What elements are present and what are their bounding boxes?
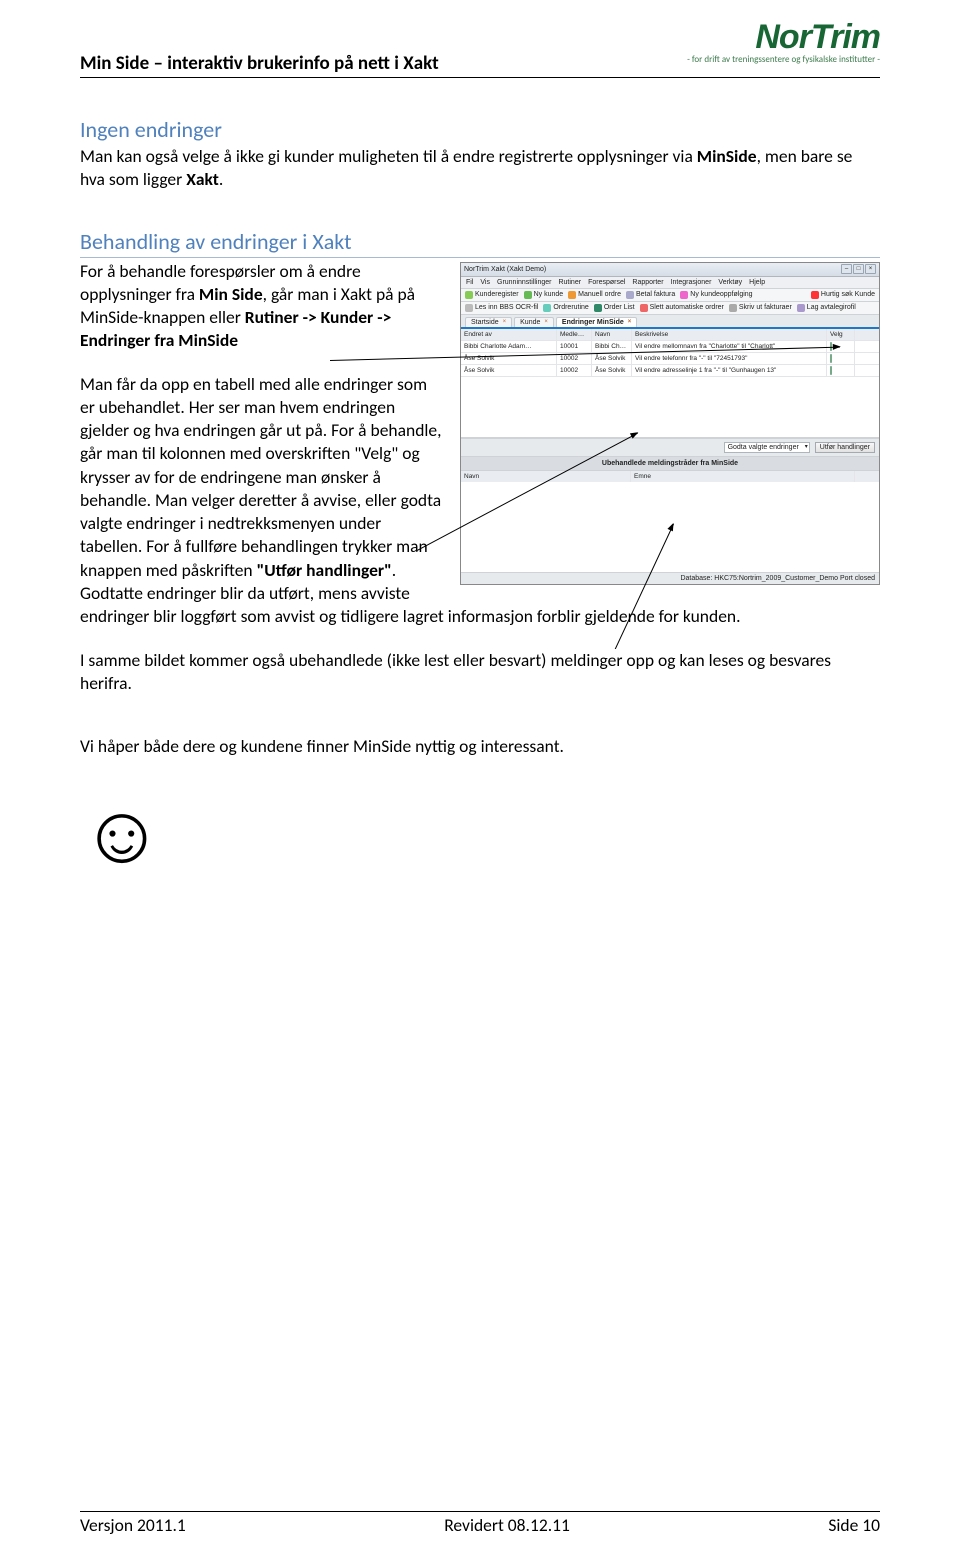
toolbar-button[interactable]: Skriv ut fakturaer (729, 304, 792, 312)
footer-revised: Revidert 08.12.11 (444, 1514, 570, 1536)
toolbar-button[interactable]: Hurtig søk Kunde (811, 291, 875, 299)
search-icon (811, 291, 819, 299)
col-velg[interactable]: Velg (827, 329, 855, 340)
smiley-icon: ☺ (80, 788, 880, 882)
changes-table: Endret av Medlemsnr Navn Beskrivelse Vel… (461, 329, 879, 438)
messages-table-head: Navn Emne (461, 471, 879, 482)
order-icon (568, 291, 576, 299)
delete-icon (640, 304, 648, 312)
menu-item[interactable]: Grunninnstillinger (497, 279, 551, 286)
toolbar-2: Les inn BBS OCR-fil Ordrerutine Order Li… (461, 302, 879, 315)
toolbar-button[interactable]: Ordrerutine (543, 304, 588, 312)
toolbar-button[interactable]: Kunderegister (465, 291, 519, 299)
new-user-icon (524, 291, 532, 299)
pay-icon (626, 291, 634, 299)
window-titlebar: NorTrim Xakt (Xakt Demo) – □ × (461, 263, 879, 277)
file-icon (465, 304, 473, 312)
col-endret-av[interactable]: Endret av (461, 329, 557, 340)
paragraph-ingen-endringer: Man kan også velge å ikke gi kunder muli… (80, 145, 880, 192)
toolbar-button[interactable]: Ny kunde (524, 291, 564, 299)
close-icon[interactable]: × (865, 264, 876, 274)
toolbar-button[interactable]: Lag avtalegirofil (797, 304, 856, 312)
col-beskrivelse[interactable]: Beskrivelse (632, 329, 827, 340)
velg-checkbox[interactable] (830, 354, 832, 363)
toolbar-button[interactable]: Les inn BBS OCR-fil (465, 304, 538, 312)
footer-page: Side 10 (828, 1514, 880, 1536)
menu-item[interactable]: Rutiner (558, 279, 581, 286)
toolbar-button[interactable]: Slett automatiske ordrer (640, 304, 724, 312)
perform-actions-button[interactable]: Utfør handlinger (815, 442, 875, 453)
tab-kunde[interactable]: Kunde× (514, 317, 554, 327)
print-icon (729, 304, 737, 312)
minimize-icon[interactable]: – (841, 264, 852, 274)
menu-bar: Fil Vis Grunninnstillinger Rutiner Fores… (461, 277, 879, 289)
toolbar-button[interactable]: Ny kundeoppfølging (680, 291, 752, 299)
status-bar: Database: HKC75:Nortrim_2009_Customer_De… (461, 572, 879, 584)
sub-section-title: Ubehandlede meldingstråder fra MinSide (461, 457, 879, 471)
col-navn[interactable]: Navn (592, 329, 632, 340)
toolbar-button[interactable]: Order List (594, 304, 635, 312)
menu-item[interactable]: Verktøy (718, 279, 742, 286)
logo: NorTrim - for drift av treningssentere o… (687, 20, 880, 65)
maximize-icon[interactable]: □ (853, 264, 864, 274)
table-row[interactable]: Åse Solvik 10002 Åse Solvik Vil endre ad… (461, 365, 879, 377)
paragraph-closing: Vi håper både dere og kundene finner Min… (80, 735, 880, 758)
window-title: NorTrim Xakt (Xakt Demo) (464, 266, 546, 273)
paragraph-same-screen: I samme bildet kommer også ubehandlede (… (80, 649, 880, 696)
velg-checkbox[interactable] (830, 366, 832, 375)
footer-version: Versjon 2011.1 (80, 1514, 186, 1536)
toolbar-button[interactable]: Manuell ordre (568, 291, 621, 299)
tab-endringer-minside[interactable]: Endringer MinSide× (556, 317, 637, 327)
menu-item[interactable]: Hjelp (749, 279, 765, 286)
agreement-icon (797, 304, 805, 312)
user-icon (465, 291, 473, 299)
status-text: Database: HKC75:Nortrim_2009_Customer_De… (680, 575, 875, 582)
order-routine-icon (543, 304, 551, 312)
tab-bar: Startside× Kunde× Endringer MinSide× (461, 315, 879, 329)
tab-startside[interactable]: Startside× (465, 317, 512, 327)
menu-item[interactable]: Forespørsel (588, 279, 625, 286)
followup-icon (680, 291, 688, 299)
logo-subtitle: - for drift av treningssentere og fysika… (687, 54, 880, 65)
logo-text: NorTrim (687, 20, 880, 54)
menu-item[interactable]: Rapporter (632, 279, 663, 286)
toolbar-button[interactable]: Betal faktura (626, 291, 675, 299)
screenshot-window: NorTrim Xakt (Xakt Demo) – □ × Fil Vis G… (460, 262, 880, 585)
action-bar: Godta valgte endringer Utfør handlinger (461, 438, 879, 457)
list-icon (594, 304, 602, 312)
col-emne[interactable]: Emne (631, 471, 855, 482)
toolbar-1: Kunderegister Ny kunde Manuell ordre Bet… (461, 289, 879, 302)
heading-ingen-endringer: Ingen endringer (80, 116, 880, 143)
menu-item[interactable]: Fil (466, 279, 473, 286)
menu-item[interactable]: Integrasjoner (671, 279, 712, 286)
col-medlemsnr[interactable]: Medlemsnr (557, 329, 592, 340)
action-dropdown[interactable]: Godta valgte endringer (724, 442, 810, 453)
menu-item[interactable]: Vis (480, 279, 490, 286)
heading-behandling: Behandling av endringer i Xakt (80, 228, 880, 258)
doc-title: Min Side – interaktiv brukerinfo på nett… (80, 20, 439, 75)
page-header: Min Side – interaktiv brukerinfo på nett… (80, 20, 880, 78)
page-footer: Versjon 2011.1 Revidert 08.12.11 Side 10 (80, 1511, 880, 1536)
